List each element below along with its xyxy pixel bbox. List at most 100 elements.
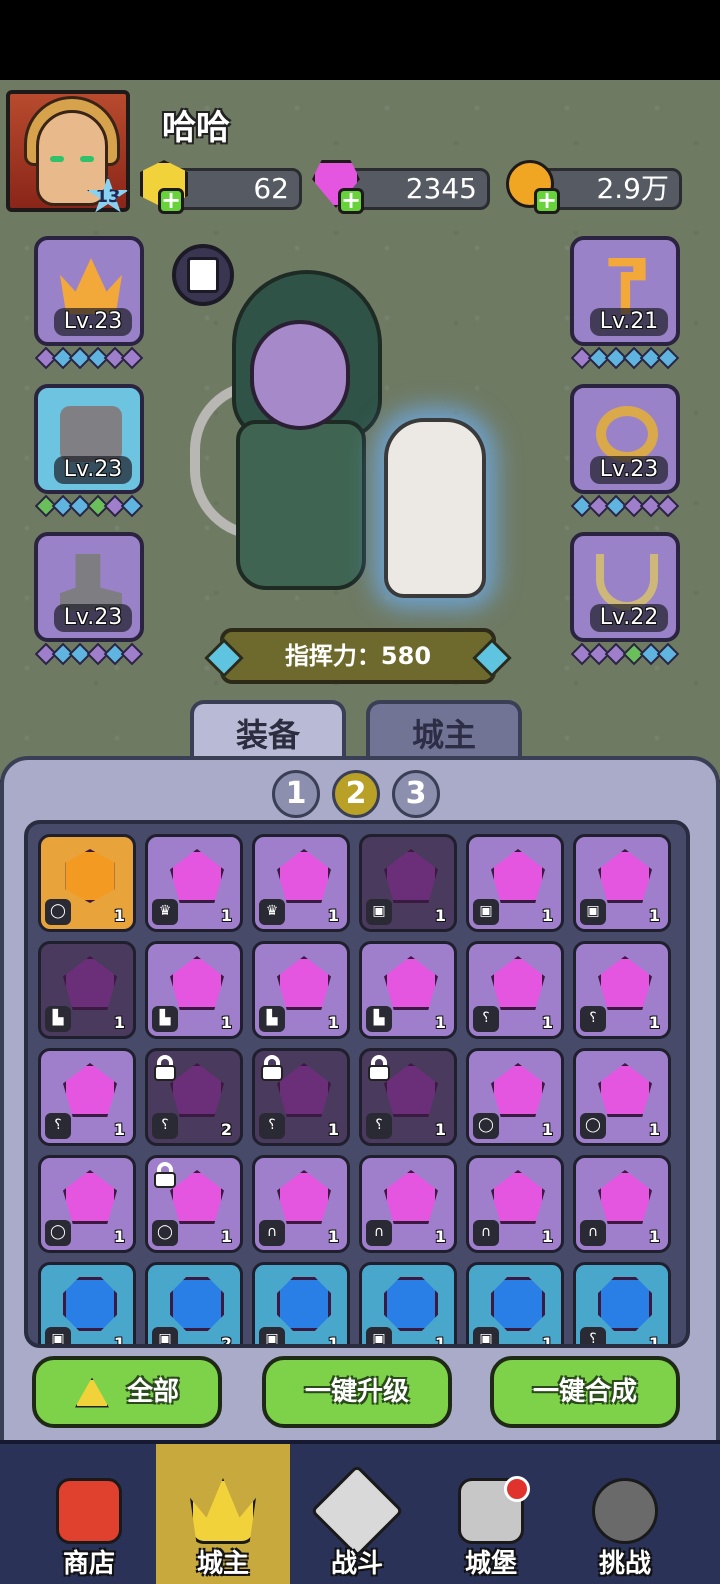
filter-all-label: 全部 xyxy=(126,1377,179,1407)
ring-type-icon: ◯ xyxy=(45,899,71,925)
item-count: 1 xyxy=(113,1120,125,1139)
inventory-slot[interactable]: ∩ 1 xyxy=(573,1155,671,1253)
boot-type-icon: ▙ xyxy=(366,1006,392,1032)
page-selector: 1 2 3 xyxy=(266,770,446,820)
inventory-slot[interactable]: ♛ 1 xyxy=(145,834,243,932)
armor-type-icon: ▣ xyxy=(473,1327,499,1344)
inventory-slot[interactable]: ▣ 1 xyxy=(38,1262,136,1344)
item-count: 1 xyxy=(220,906,232,925)
page-button-2[interactable]: 2 xyxy=(332,770,380,818)
inventory-slot[interactable]: ⸮ 1 xyxy=(573,941,671,1039)
item-count: 1 xyxy=(434,1227,446,1246)
add-coin-button[interactable]: + xyxy=(534,188,560,214)
item-count: 1 xyxy=(648,1013,660,1032)
merge-all-button[interactable]: 一键合成 xyxy=(490,1356,680,1428)
item-count: 1 xyxy=(434,906,446,925)
gem-icon xyxy=(384,1063,438,1117)
page-button-3[interactable]: 3 xyxy=(392,770,440,818)
inventory-slot[interactable]: ▣ 1 xyxy=(359,1262,457,1344)
add-gold-gem-button[interactable]: + xyxy=(158,188,184,214)
item-count: 1 xyxy=(434,1013,446,1032)
gem-icon xyxy=(598,1277,652,1331)
nav-castle[interactable]: 城堡 xyxy=(424,1444,558,1584)
inventory-slot[interactable]: ▙ 1 xyxy=(359,941,457,1039)
scroll-button[interactable] xyxy=(172,244,234,306)
gem-icon xyxy=(277,849,331,903)
bottom-nav: 商店 城主 战斗 城堡 挑战 xyxy=(0,1440,720,1584)
item-count: 1 xyxy=(648,906,660,925)
inventory-slot[interactable]: ⸮ 1 xyxy=(252,1048,350,1146)
inventory-slot[interactable]: ▣ 1 xyxy=(252,1262,350,1344)
gem-icon xyxy=(491,1063,545,1117)
nav-challenge-label: 挑战 xyxy=(598,1549,651,1579)
gem-icon xyxy=(63,956,117,1010)
player-name: 哈哈 xyxy=(162,108,230,148)
demon-icon xyxy=(592,1478,658,1544)
crown-type-icon: ♛ xyxy=(259,899,285,925)
equip-slot-boot[interactable]: Lv.23 xyxy=(34,532,144,642)
nav-challenge[interactable]: 挑战 xyxy=(558,1444,692,1584)
inventory-slot[interactable]: ∩ 1 xyxy=(359,1155,457,1253)
gem-icon xyxy=(491,1170,545,1224)
inventory-slot[interactable]: ◯ 1 xyxy=(38,834,136,932)
armor-type-icon: ▣ xyxy=(366,899,392,925)
ring-type-icon: ◯ xyxy=(152,1220,178,1246)
equip-level: Lv.23 xyxy=(590,456,668,484)
inventory-slot[interactable]: ◯ 1 xyxy=(145,1155,243,1253)
equip-slot-ring[interactable]: Lv.23 xyxy=(570,384,680,494)
crown-type-icon: ♛ xyxy=(152,899,178,925)
armor-type-icon: ▣ xyxy=(152,1327,178,1344)
inventory-slot[interactable]: ⸮ 1 xyxy=(573,1262,671,1348)
filter-all-button[interactable]: 全部 xyxy=(32,1356,222,1428)
gem-icon xyxy=(63,1277,117,1331)
armor-type-icon: ▣ xyxy=(366,1327,392,1344)
gem-icon xyxy=(277,1063,331,1117)
equip-slot-staff[interactable]: Lv.21 xyxy=(570,236,680,346)
gem-icon xyxy=(277,956,331,1010)
inventory-slot[interactable]: ▣ 1 xyxy=(359,834,457,932)
scroll-icon xyxy=(187,257,219,293)
nav-battle[interactable]: 战斗 xyxy=(290,1444,424,1584)
boot-type-icon: ▙ xyxy=(259,1006,285,1032)
staff-type-icon: ⸮ xyxy=(366,1113,392,1139)
inventory-slot[interactable]: ∩ 1 xyxy=(252,1155,350,1253)
gem-icon xyxy=(491,849,545,903)
inventory-slot[interactable]: ⸮ 1 xyxy=(359,1048,457,1146)
inventory-slot[interactable]: ◯ 1 xyxy=(466,1048,564,1146)
inventory-slot[interactable]: ▣ 1 xyxy=(466,1262,564,1344)
inventory-slot[interactable]: ⸮ 2 xyxy=(145,1048,243,1146)
equip-gem-slots-armor xyxy=(34,494,144,518)
equip-slot-amulet[interactable]: Lv.22 xyxy=(570,532,680,642)
amulet-type-icon: ∩ xyxy=(473,1220,499,1246)
inventory-slot[interactable]: ♛ 1 xyxy=(252,834,350,932)
avatar-eye-left xyxy=(50,156,64,162)
gem-icon xyxy=(277,1170,331,1224)
inventory-slot[interactable]: ◯ 1 xyxy=(573,1048,671,1146)
item-count: 1 xyxy=(648,1334,660,1348)
inventory-slot[interactable]: ∩ 1 xyxy=(466,1155,564,1253)
inventory-slot[interactable]: ▙ 1 xyxy=(145,941,243,1039)
equip-slot-armor[interactable]: Lv.23 xyxy=(34,384,144,494)
inventory-slot[interactable]: ▣ 1 xyxy=(466,834,564,932)
ring-type-icon: ◯ xyxy=(473,1113,499,1139)
page-button-1[interactable]: 1 xyxy=(272,770,320,818)
nav-lord[interactable]: 城主 xyxy=(156,1444,290,1584)
add-crystal-button[interactable]: + xyxy=(338,188,364,214)
equip-slot-crown[interactable]: Lv.23 xyxy=(34,236,144,346)
item-count: 1 xyxy=(541,1013,553,1032)
inventory-slot[interactable]: ▙ 1 xyxy=(252,941,350,1039)
inventory-slot[interactable]: ⸮ 1 xyxy=(38,1048,136,1146)
item-count: 2 xyxy=(220,1120,232,1139)
nav-lord-label: 城主 xyxy=(196,1549,249,1579)
triangle-icon xyxy=(74,1377,109,1408)
inventory-slot[interactable]: ◯ 1 xyxy=(38,1155,136,1253)
inventory-slot[interactable]: ▣ 2 xyxy=(145,1262,243,1344)
command-power: 指挥力：580 xyxy=(220,628,496,684)
inventory-slot[interactable]: ⸮ 1 xyxy=(466,941,564,1039)
inventory-slot[interactable]: ▣ 1 xyxy=(573,834,671,932)
staff-icon xyxy=(608,258,646,314)
inventory-slot[interactable]: ▙ 1 xyxy=(38,941,136,1039)
nav-shop[interactable]: 商店 xyxy=(22,1444,156,1584)
avatar-eye-right xyxy=(80,156,94,162)
upgrade-all-button[interactable]: 一键升级 xyxy=(262,1356,452,1428)
